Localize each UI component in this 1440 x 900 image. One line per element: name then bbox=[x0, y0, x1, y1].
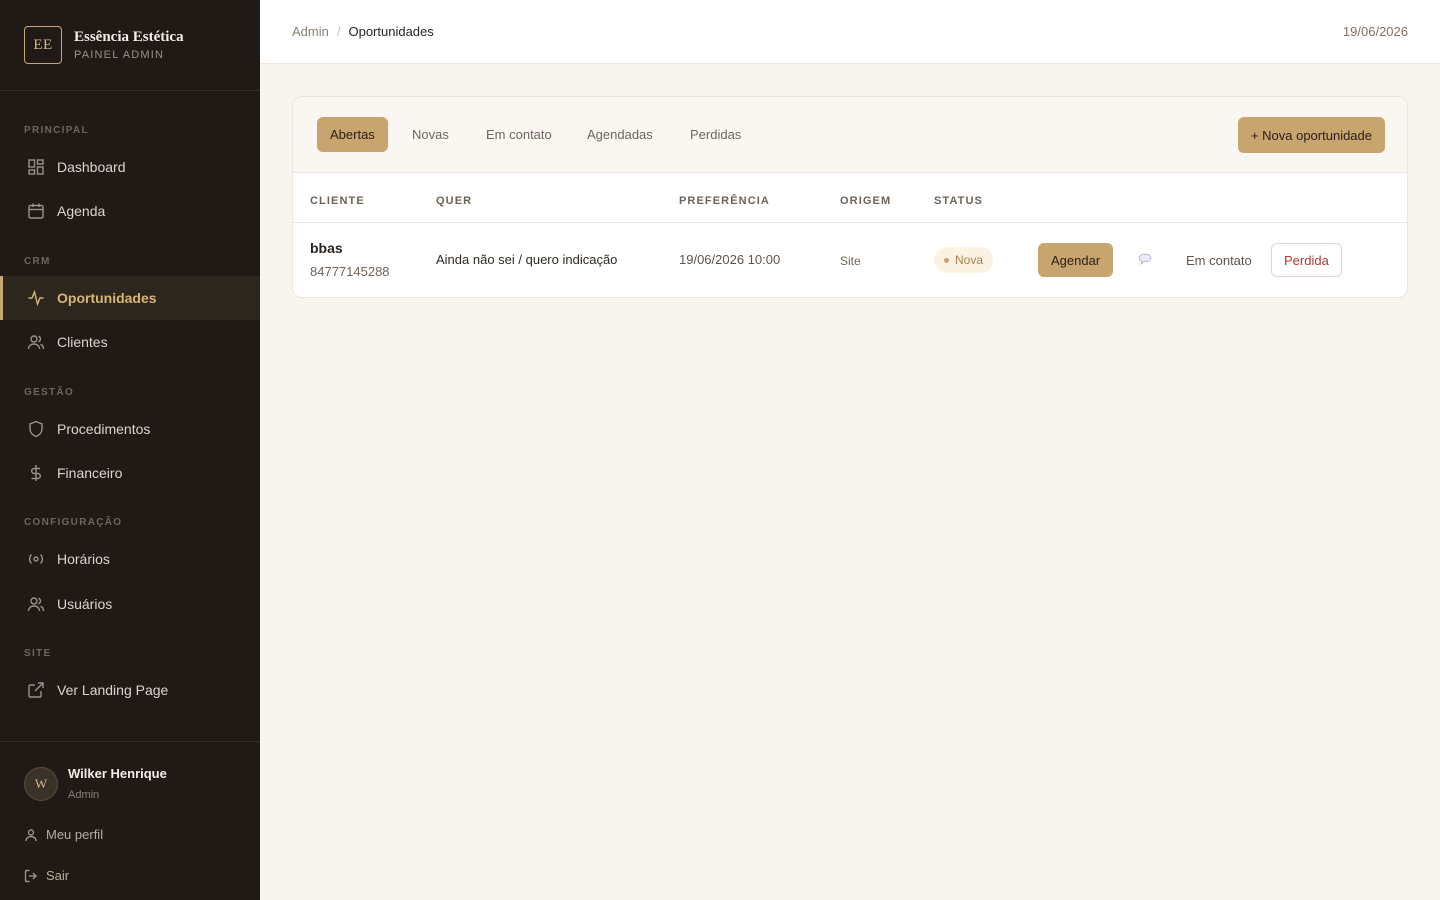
shield-icon bbox=[27, 420, 45, 438]
client-phone: 84777145288 bbox=[310, 264, 390, 279]
logout-link-label: Sair bbox=[46, 868, 70, 883]
user-name: Wilker Henrique bbox=[68, 766, 167, 781]
sidebar: EE Essência Estética PAINEL ADMIN PRINCI… bbox=[0, 0, 260, 900]
breadcrumb-separator: / bbox=[336, 24, 341, 39]
column-header-status: STATUS bbox=[934, 195, 983, 207]
sidebar-item-clientes[interactable]: Clientes bbox=[0, 320, 260, 364]
brand-subtitle: PAINEL ADMIN bbox=[74, 49, 165, 61]
dashboard-icon bbox=[27, 158, 45, 176]
tab-em-contato[interactable]: Em contato bbox=[473, 117, 565, 152]
sidebar-footer: W Wilker Henrique Admin Meu perfil Sair bbox=[0, 741, 260, 900]
sidebar-item-label: Dashboard bbox=[57, 159, 126, 175]
user-card: W Wilker Henrique Admin bbox=[24, 766, 167, 801]
breadcrumb-current: Oportunidades bbox=[348, 24, 434, 39]
status-label: Nova bbox=[955, 253, 984, 267]
filter-bar: Abertas Novas Em contato Agendadas Perdi… bbox=[293, 97, 1407, 173]
activity-icon bbox=[27, 289, 45, 307]
table-header-divider bbox=[293, 222, 1407, 223]
client-name[interactable]: bbas bbox=[310, 240, 343, 256]
logout-link[interactable]: Sair bbox=[24, 868, 69, 883]
section-label-configuracao: CONFIGURAÇÃO bbox=[24, 517, 123, 528]
sidebar-item-dashboard[interactable]: Dashboard bbox=[0, 145, 260, 189]
user-role: Admin bbox=[68, 789, 100, 801]
sidebar-item-procedimentos[interactable]: Procedimentos bbox=[0, 407, 260, 451]
mark-lost-button[interactable]: Perdida bbox=[1271, 243, 1342, 277]
section-label-gestao: GESTÃO bbox=[24, 387, 75, 398]
external-link-icon bbox=[27, 681, 45, 699]
brand-logo: EE bbox=[24, 26, 62, 64]
sidebar-item-label: Usuários bbox=[57, 596, 113, 612]
sidebar-item-usuarios[interactable]: Usuários bbox=[0, 582, 260, 626]
current-date: 19/06/2026 bbox=[1342, 24, 1408, 39]
status-dot bbox=[944, 257, 949, 263]
brand-name: Essência Estética bbox=[74, 29, 184, 45]
users-icon bbox=[27, 333, 45, 351]
section-label-crm: CRM bbox=[24, 256, 51, 267]
dollar-icon bbox=[27, 464, 45, 482]
mark-contacted-button[interactable]: Em contato bbox=[1186, 243, 1252, 277]
origin-cell: Site bbox=[840, 254, 861, 268]
radio-icon bbox=[27, 550, 45, 568]
section-label-site: SITE bbox=[24, 648, 52, 659]
sidebar-item-financeiro[interactable]: Financeiro bbox=[0, 451, 260, 495]
breadcrumb-admin[interactable]: Admin bbox=[292, 24, 329, 39]
users-icon bbox=[27, 595, 45, 613]
sidebar-item-label: Horários bbox=[57, 551, 110, 567]
sidebar-item-label: Procedimentos bbox=[57, 421, 151, 437]
sidebar-item-oportunidades[interactable]: Oportunidades bbox=[0, 276, 260, 320]
logout-icon bbox=[24, 869, 37, 882]
topbar: Admin / Oportunidades 19/06/2026 bbox=[260, 0, 1440, 64]
wants-cell: Ainda não sei / quero indicação bbox=[436, 252, 618, 267]
column-header-quer: QUER bbox=[436, 195, 473, 207]
sidebar-item-label: Oportunidades bbox=[57, 290, 157, 306]
tab-novas[interactable]: Novas bbox=[399, 117, 462, 152]
schedule-button[interactable]: Agendar bbox=[1038, 243, 1114, 277]
sidebar-item-label: Agenda bbox=[57, 203, 106, 219]
calendar-icon bbox=[27, 202, 45, 220]
user-icon bbox=[25, 828, 37, 841]
sidebar-item-label: Clientes bbox=[57, 334, 108, 350]
column-header-origem: ORIGEM bbox=[840, 195, 892, 207]
sidebar-item-landing-page[interactable]: Ver Landing Page bbox=[0, 668, 260, 712]
sidebar-item-agenda[interactable]: Agenda bbox=[0, 189, 260, 233]
new-opportunity-button[interactable]: + Nova oportunidade bbox=[1237, 117, 1385, 153]
column-header-preferencia: PREFERÊNCIA bbox=[679, 195, 770, 207]
profile-link-label: Meu perfil bbox=[46, 827, 104, 842]
profile-link[interactable]: Meu perfil bbox=[24, 827, 103, 842]
tab-agendadas[interactable]: Agendadas bbox=[574, 117, 666, 152]
brand: EE Essência Estética PAINEL ADMIN bbox=[0, 0, 260, 91]
section-label-principal: PRINCIPAL bbox=[24, 125, 89, 136]
opportunities-card: Abertas Novas Em contato Agendadas Perdi… bbox=[292, 96, 1408, 298]
sidebar-item-label: Financeiro bbox=[57, 465, 123, 481]
sidebar-item-label: Ver Landing Page bbox=[57, 682, 169, 698]
sidebar-item-horarios[interactable]: Horários bbox=[0, 537, 260, 581]
avatar: W bbox=[24, 766, 58, 801]
preference-cell: 19/06/2026 10:00 bbox=[679, 252, 781, 267]
column-header-cliente: CLIENTE bbox=[310, 195, 365, 207]
tab-perdidas[interactable]: Perdidas bbox=[677, 117, 754, 152]
status-badge: Nova bbox=[934, 247, 994, 273]
tab-abertas[interactable]: Abertas bbox=[317, 117, 388, 152]
chat-bubble-icon[interactable] bbox=[1138, 253, 1152, 265]
